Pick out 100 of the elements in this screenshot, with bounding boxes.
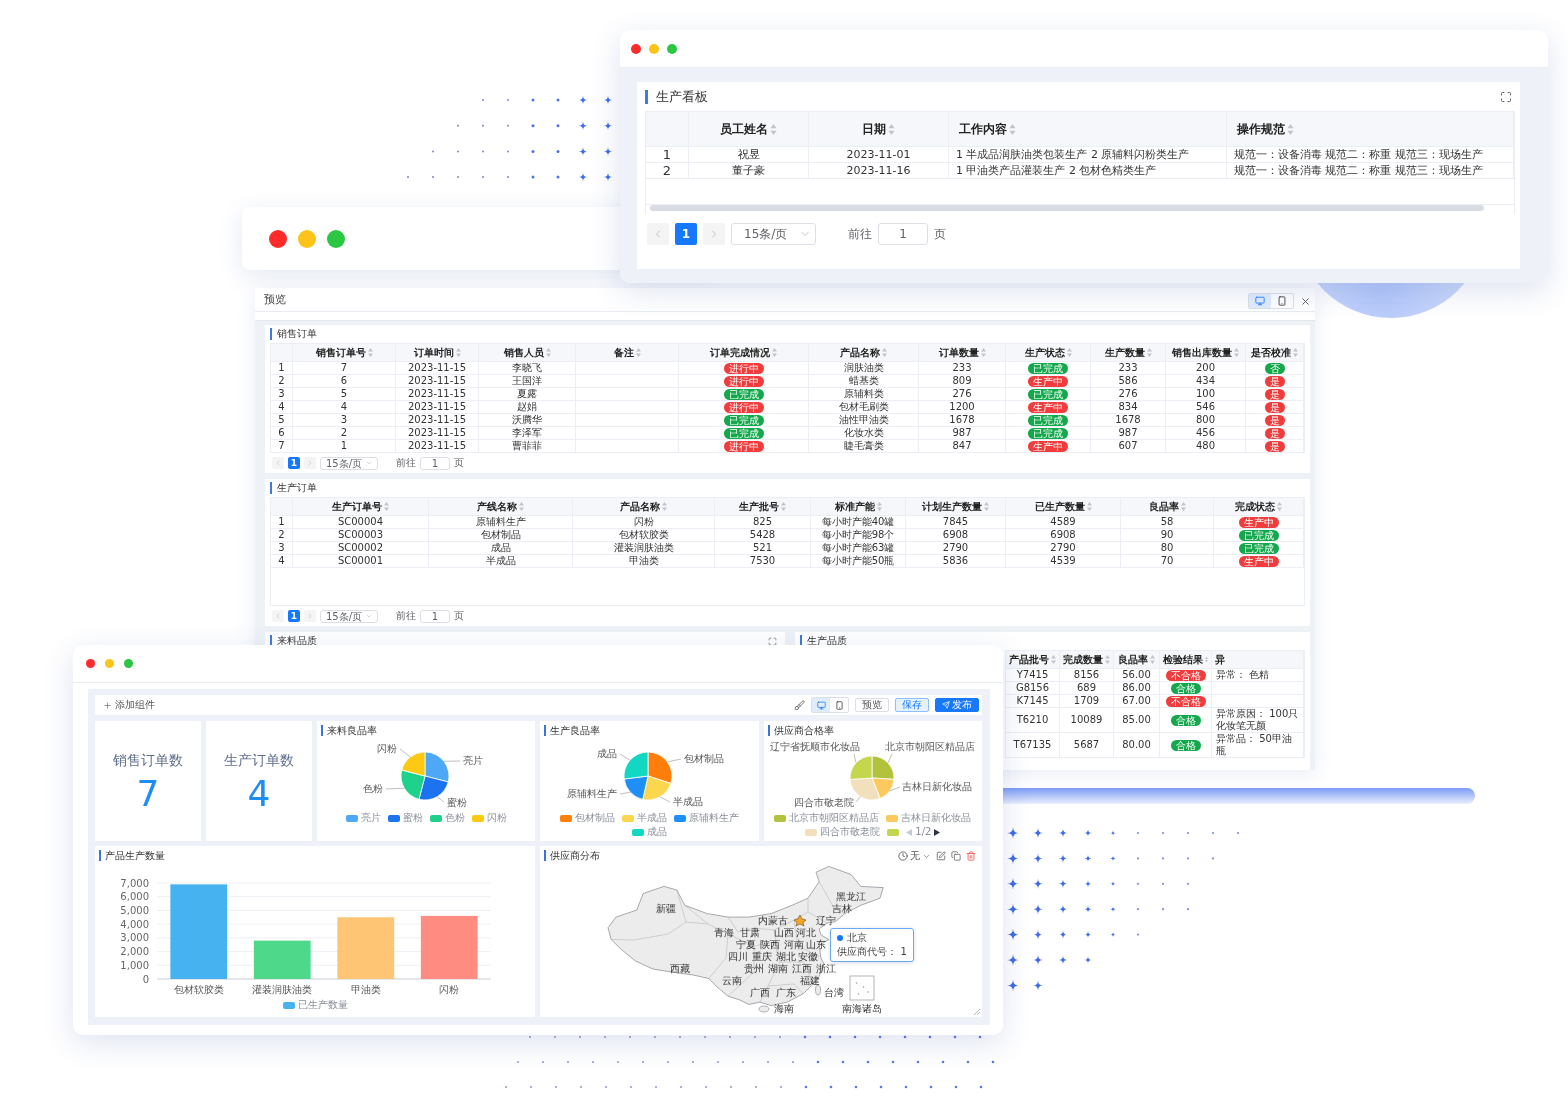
resize-handle-icon[interactable] — [974, 1009, 980, 1015]
minimize-dot-icon[interactable] — [298, 229, 316, 248]
legend-swatch[interactable] — [471, 814, 484, 822]
sort-icon[interactable] — [980, 348, 986, 357]
save-button[interactable]: 保存 — [895, 698, 929, 712]
legend-swatch[interactable] — [774, 814, 787, 822]
monitor-icon[interactable] — [816, 700, 826, 710]
sort-icon[interactable] — [1180, 502, 1186, 511]
status-badge: 进行中 — [723, 375, 764, 387]
page-size-select[interactable]: 15条/页 — [320, 456, 378, 470]
caret-right-icon[interactable] — [934, 828, 941, 836]
legend-swatch[interactable] — [429, 814, 442, 822]
previous-page-button[interactable] — [647, 223, 669, 245]
plus-icon[interactable] — [103, 700, 112, 710]
minimize-dot-icon[interactable] — [105, 659, 114, 668]
table-cell: 6 — [293, 375, 396, 387]
trash-icon[interactable] — [966, 851, 976, 861]
sort-icon[interactable] — [519, 502, 524, 511]
sort-icon[interactable] — [984, 502, 989, 511]
page-size-select[interactable]: 15条/页 — [320, 609, 378, 623]
page-input[interactable]: 1 — [420, 609, 450, 623]
page-button[interactable]: 1 — [288, 610, 300, 622]
send-icon[interactable] — [942, 701, 950, 709]
page-button[interactable]: 1 — [288, 457, 300, 469]
caret-left-icon[interactable] — [906, 828, 913, 836]
monitor-icon[interactable] — [1255, 296, 1265, 306]
pie-slice — [849, 755, 873, 780]
sort-icon[interactable] — [876, 502, 882, 511]
sort-icon[interactable] — [545, 348, 551, 357]
caret-icon[interactable] — [365, 459, 373, 467]
desktop-view-button[interactable] — [1249, 294, 1271, 308]
next-page-button[interactable] — [703, 223, 725, 245]
sort-icon[interactable] — [888, 123, 895, 135]
sort-icon[interactable] — [1086, 502, 1092, 511]
close-icon[interactable] — [1300, 295, 1311, 307]
horizontal-scrollbar[interactable] — [650, 205, 1484, 211]
legend-swatch[interactable] — [560, 814, 572, 822]
sort-icon[interactable] — [367, 348, 373, 357]
clock-icon[interactable] — [898, 851, 908, 861]
legend-swatch[interactable] — [674, 814, 686, 822]
sort-icon[interactable] — [1277, 502, 1282, 511]
sort-icon[interactable] — [1146, 348, 1152, 357]
sort-icon[interactable] — [882, 348, 887, 357]
sort-icon[interactable] — [455, 348, 461, 357]
preview-button[interactable]: 预览 — [855, 698, 889, 712]
edit-icon[interactable] — [936, 851, 946, 861]
page-input[interactable]: 1 — [420, 456, 450, 470]
row-number: 7 — [271, 440, 293, 452]
sort-icon[interactable] — [635, 348, 641, 357]
zoom-dot-icon[interactable] — [124, 659, 133, 668]
star-marker-icon[interactable] — [794, 914, 807, 927]
expand-icon[interactable] — [1500, 91, 1512, 103]
sort-icon[interactable] — [770, 123, 777, 135]
page-button[interactable]: 1 — [675, 223, 697, 245]
legend-swatch[interactable] — [622, 814, 634, 822]
sort-icon[interactable] — [1293, 348, 1298, 357]
legend-swatch[interactable] — [805, 828, 818, 836]
phone-icon[interactable] — [1277, 296, 1287, 306]
legend-swatch[interactable] — [345, 814, 358, 822]
table-cell: 化妆水类 — [809, 427, 919, 439]
row-number: 1 — [646, 147, 689, 162]
table-cell: 80.00 — [1114, 733, 1160, 757]
page-size-select[interactable]: 15条/页 — [731, 223, 816, 245]
sort-icon[interactable] — [1287, 123, 1294, 135]
sort-icon[interactable] — [1051, 655, 1056, 664]
column-header: 备注 — [613, 346, 634, 359]
legend-swatch[interactable] — [632, 828, 644, 836]
sort-icon[interactable] — [1150, 655, 1155, 664]
close-dot-icon[interactable] — [86, 659, 95, 668]
copy-icon[interactable] — [951, 851, 961, 861]
sort-icon[interactable] — [1009, 123, 1016, 135]
zoom-dot-icon[interactable] — [667, 43, 677, 54]
sort-icon[interactable] — [662, 502, 667, 511]
zoom-dot-icon[interactable] — [327, 229, 345, 248]
slice-label: 北京市朝阳区精品店 — [884, 741, 975, 752]
sort-icon[interactable] — [772, 348, 777, 357]
refresh-interval-select[interactable]: 无 — [898, 850, 931, 862]
sort-icon[interactable] — [1066, 348, 1072, 357]
sort-icon[interactable] — [1105, 655, 1110, 664]
sort-icon[interactable] — [781, 502, 786, 511]
table-cell: 曹菲菲 — [479, 440, 576, 452]
sort-icon[interactable] — [1205, 655, 1208, 664]
caret-icon[interactable] — [365, 612, 373, 620]
table-cell: 7845 — [906, 516, 1006, 528]
close-dot-icon[interactable] — [631, 43, 641, 54]
legend-swatch[interactable] — [887, 828, 900, 836]
legend-swatch[interactable] — [886, 814, 899, 822]
row-number: 2 — [271, 529, 293, 541]
sort-icon[interactable] — [384, 502, 389, 511]
map-label: 宁夏 — [736, 939, 757, 950]
close-dot-icon[interactable] — [269, 229, 287, 248]
legend-swatch[interactable] — [387, 814, 400, 822]
page-input[interactable]: 1 — [878, 223, 928, 245]
brush-icon[interactable] — [794, 699, 805, 711]
minimize-dot-icon[interactable] — [649, 43, 659, 54]
phone-icon[interactable] — [834, 700, 844, 710]
add-widget-button[interactable]: 添加组件 — [103, 699, 155, 711]
publish-button[interactable]: 发布 — [935, 698, 979, 712]
desktop-view-button[interactable] — [812, 698, 830, 712]
sort-icon[interactable] — [1234, 348, 1239, 357]
